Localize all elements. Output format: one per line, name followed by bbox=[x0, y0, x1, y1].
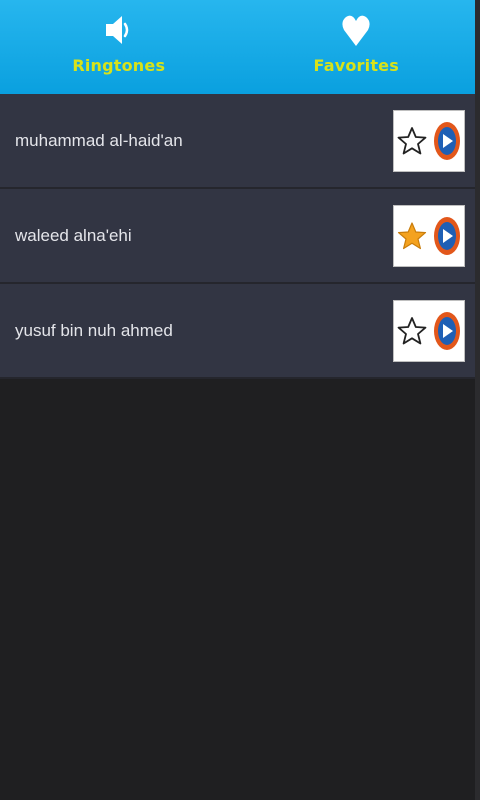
ringtone-name: yusuf bin nuh ahmed bbox=[15, 320, 173, 340]
tab-favorites[interactable]: Favorites bbox=[238, 0, 476, 94]
ringtone-list: muhammad al-haid'an waleed alna'ehi yusu… bbox=[0, 94, 475, 379]
row-actions bbox=[393, 110, 465, 172]
row-actions bbox=[393, 300, 465, 362]
tab-ringtones-label: Ringtones bbox=[72, 56, 166, 75]
scrollbar[interactable] bbox=[475, 0, 480, 800]
list-item[interactable]: muhammad al-haid'an bbox=[0, 94, 475, 189]
favorite-star-icon[interactable] bbox=[397, 316, 427, 346]
list-item[interactable]: waleed alna'ehi bbox=[0, 189, 475, 284]
ringtone-name: waleed alna'ehi bbox=[15, 225, 132, 245]
play-icon[interactable] bbox=[432, 215, 462, 257]
heart-icon bbox=[338, 10, 374, 50]
ringtone-name: muhammad al-haid'an bbox=[15, 130, 183, 150]
tab-ringtones[interactable]: Ringtones bbox=[0, 0, 238, 94]
tab-favorites-label: Favorites bbox=[313, 56, 399, 75]
play-icon[interactable] bbox=[432, 120, 462, 162]
tab-bar: Ringtones Favorites bbox=[0, 0, 475, 94]
favorite-star-icon[interactable] bbox=[397, 126, 427, 156]
play-icon[interactable] bbox=[432, 310, 462, 352]
speaker-icon bbox=[101, 10, 137, 50]
list-item[interactable]: yusuf bin nuh ahmed bbox=[0, 284, 475, 379]
favorite-star-filled-icon[interactable] bbox=[397, 221, 427, 251]
app-screen: Ringtones Favorites muhammad al-haid'an bbox=[0, 0, 480, 800]
row-actions bbox=[393, 205, 465, 267]
